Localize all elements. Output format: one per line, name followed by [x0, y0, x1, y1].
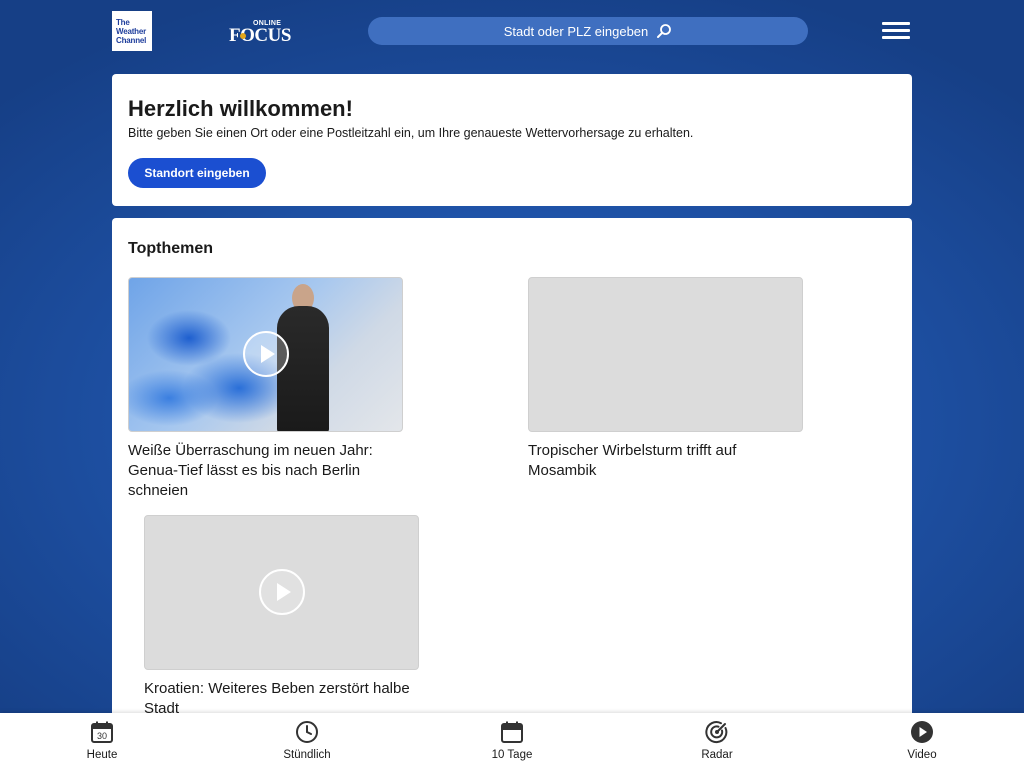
article-title[interactable]: Tropischer Wirbelsturm trifft auf Mosamb…	[528, 441, 808, 481]
radar-icon	[705, 721, 728, 744]
play-icon[interactable]	[242, 330, 290, 378]
article-thumbnail[interactable]	[528, 277, 803, 432]
nav-item-10-tage[interactable]: 10 Tage	[462, 713, 562, 768]
calendar-day-number: 30	[97, 731, 107, 741]
calendar-today-icon: 30	[91, 721, 113, 743]
hamburger-menu-icon[interactable]	[882, 22, 911, 42]
twc-logo-line-3: Channel	[116, 35, 147, 45]
enter-location-button[interactable]: Standort eingeben	[128, 158, 266, 188]
play-circle-icon	[911, 721, 933, 743]
search-placeholder: Stadt oder PLZ eingeben	[503, 23, 649, 39]
search-icon[interactable]	[656, 23, 672, 39]
nav-item-stuendlich[interactable]: Stündlich	[257, 713, 357, 768]
focus-logo-dot	[240, 33, 246, 39]
nav-item-heute[interactable]: 30 Heute	[52, 713, 152, 768]
welcome-text: Bitte geben Sie einen Ort oder eine Post…	[128, 126, 694, 140]
bottom-navigation: 30 Heute Stündlich 10 Tage Radar Video	[0, 713, 1024, 768]
article-card[interactable]: Kroatien: Weiteres Beben zerstört halbe …	[144, 515, 424, 720]
nav-label-stuendlich: Stündlich	[283, 749, 331, 761]
nav-label-radar: Radar	[701, 749, 733, 761]
article-card[interactable]: Weiße Überraschung im neuen Jahr: Genua-…	[128, 277, 408, 502]
twc-logo-line-2: Weather	[116, 26, 147, 36]
calendar-icon	[501, 721, 523, 743]
top-topics-title: Topthemen	[128, 240, 214, 257]
welcome-title: Herzlich willkommen!	[128, 96, 353, 121]
weather-channel-logo[interactable]: The Weather Channel	[112, 11, 152, 51]
article-title[interactable]: Weiße Überraschung im neuen Jahr: Genua-…	[128, 441, 408, 501]
welcome-card: Herzlich willkommen! Bitte geben Sie ein…	[112, 74, 912, 206]
nav-item-video[interactable]: Video	[872, 713, 972, 768]
nav-label-video: Video	[907, 749, 937, 761]
focus-online-logo[interactable]: ONLINE FOCUS	[229, 18, 291, 46]
clock-icon	[296, 721, 318, 743]
nav-item-radar[interactable]: Radar	[667, 713, 767, 768]
nav-label-10-tage: 10 Tage	[491, 749, 533, 761]
twc-logo-line-1: The	[116, 17, 130, 27]
header: The Weather Channel ONLINE FOCUS Stadt o…	[0, 0, 1024, 62]
nav-label-heute: Heute	[86, 749, 118, 761]
focus-wordmark: FOCUS	[229, 25, 291, 46]
top-topics-card: Topthemen Weiße Überraschung im neuen Ja…	[112, 218, 912, 768]
play-icon[interactable]	[258, 568, 306, 616]
article-card[interactable]: Tropischer Wirbelsturm trifft auf Mosamb…	[528, 277, 808, 482]
search-input[interactable]: Stadt oder PLZ eingeben	[368, 17, 808, 45]
